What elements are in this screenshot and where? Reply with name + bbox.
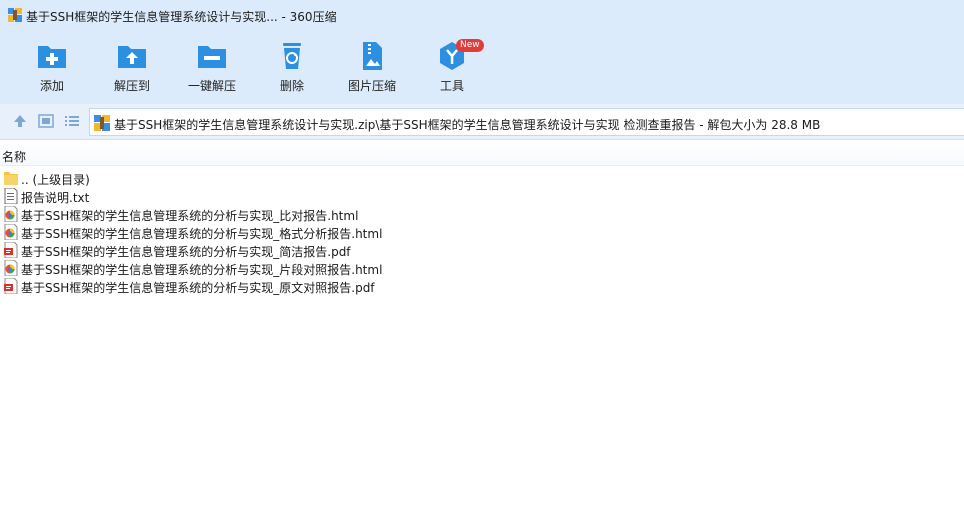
one-click-extract-icon — [198, 46, 226, 68]
thumbnail-view-icon[interactable] — [37, 112, 55, 130]
image-compress-button[interactable]: 图片压缩 — [332, 40, 412, 100]
html-file-icon — [4, 260, 18, 276]
one-click-extract-label: 一键解压 — [187, 79, 236, 93]
list-item[interactable]: 报告说明.txt — [2, 187, 522, 205]
file-list: .. (上级目录) 报告说明.txt 基于SSH框架的学生信息管理系统的分析与实… — [0, 168, 964, 528]
file-name: 基于SSH框架的学生信息管理系统的分析与实现_简洁报告.pdf — [21, 245, 351, 259]
add-button[interactable]: 添加 — [12, 40, 92, 100]
main-toolbar: 添加 解压到 一键解压 删除 图片压缩 New 工具 — [0, 30, 964, 104]
recycle-delete-icon — [283, 43, 301, 69]
column-name-header[interactable]: 名称 — [2, 148, 26, 165]
add-label: 添加 — [39, 79, 64, 93]
file-list-header: 名称 — [0, 140, 964, 166]
list-item[interactable]: 基于SSH框架的学生信息管理系统的分析与实现_格式分析报告.html — [2, 223, 522, 241]
archive-path-icon — [94, 115, 110, 131]
delete-button[interactable]: 删除 — [252, 40, 332, 100]
tools-button[interactable]: New 工具 — [412, 39, 492, 100]
title-bar: 基于SSH框架的学生信息管理系统设计与实现... - 360压缩 — [0, 0, 964, 30]
extract-to-button[interactable]: 解压到 — [92, 40, 172, 100]
list-item-parent-directory[interactable]: .. (上级目录) — [2, 169, 522, 187]
extract-to-label: 解压到 — [113, 79, 150, 93]
image-compress-icon — [363, 42, 382, 70]
up-arrow-icon[interactable] — [11, 112, 29, 130]
html-file-icon — [4, 224, 18, 240]
list-item[interactable]: 基于SSH框架的学生信息管理系统的分析与实现_比对报告.html — [2, 205, 522, 223]
add-folder-icon — [38, 46, 66, 68]
file-name: .. (上级目录) — [21, 173, 90, 187]
file-name: 报告说明.txt — [21, 191, 90, 205]
tools-label: 工具 — [439, 79, 464, 93]
folder-icon — [4, 172, 18, 185]
new-badge: New — [456, 39, 484, 52]
one-click-extract-button[interactable]: 一键解压 — [172, 40, 252, 100]
navigation-bar: 基于SSH框架的学生信息管理系统设计与实现.zip\基于SSH框架的学生信息管理… — [0, 104, 964, 140]
file-name: 基于SSH框架的学生信息管理系统的分析与实现_原文对照报告.pdf — [21, 281, 375, 295]
archive-app-icon — [8, 8, 22, 22]
list-view-icon[interactable] — [63, 112, 81, 130]
file-name: 基于SSH框架的学生信息管理系统的分析与实现_片段对照报告.html — [21, 263, 383, 277]
window-title: 基于SSH框架的学生信息管理系统设计与实现... - 360压缩 — [26, 10, 337, 24]
list-item[interactable]: 基于SSH框架的学生信息管理系统的分析与实现_原文对照报告.pdf — [2, 277, 522, 295]
pdf-file-icon — [4, 242, 18, 258]
file-name: 基于SSH框架的学生信息管理系统的分析与实现_格式分析报告.html — [21, 227, 383, 241]
text-file-icon — [4, 188, 18, 204]
file-name: 基于SSH框架的学生信息管理系统的分析与实现_比对报告.html — [21, 209, 359, 223]
address-bar[interactable]: 基于SSH框架的学生信息管理系统设计与实现.zip\基于SSH框架的学生信息管理… — [89, 108, 964, 136]
image-compress-label: 图片压缩 — [347, 79, 396, 93]
list-item[interactable]: 基于SSH框架的学生信息管理系统的分析与实现_片段对照报告.html — [2, 259, 522, 277]
delete-label: 删除 — [279, 79, 304, 93]
current-path: 基于SSH框架的学生信息管理系统设计与实现.zip\基于SSH框架的学生信息管理… — [114, 118, 821, 132]
html-file-icon — [4, 206, 18, 222]
extract-to-icon — [118, 46, 146, 68]
pdf-file-icon — [4, 278, 18, 294]
list-item[interactable]: 基于SSH框架的学生信息管理系统的分析与实现_简洁报告.pdf — [2, 241, 522, 259]
